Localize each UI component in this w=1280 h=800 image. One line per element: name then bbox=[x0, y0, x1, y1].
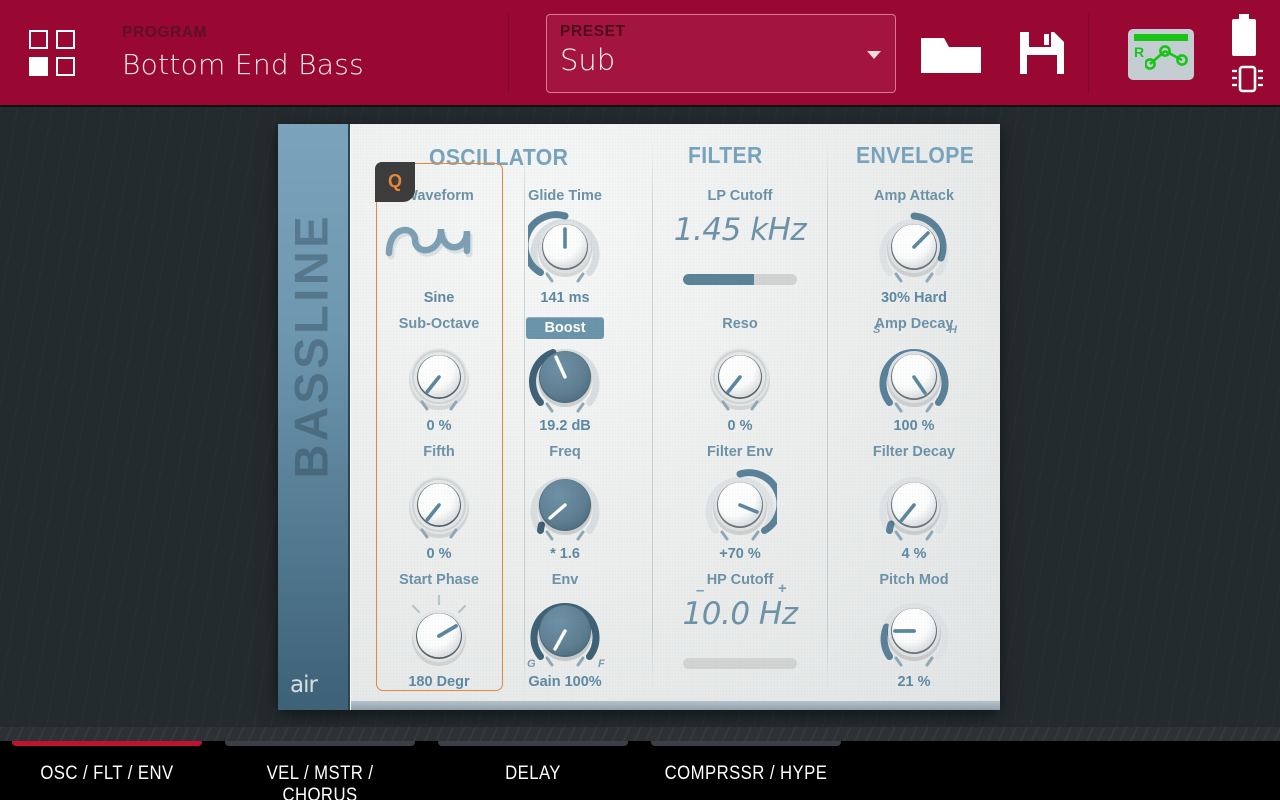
value-lp-cutoff[interactable]: 1.45 kHz bbox=[652, 212, 828, 248]
tab-indicator bbox=[438, 741, 628, 746]
program-name: Bottom End Bass bbox=[122, 48, 364, 81]
tab-label: OSC / FLT / ENV bbox=[23, 763, 190, 785]
value-glide-time: 141 ms bbox=[500, 290, 630, 306]
label-start-phase: Start Phase bbox=[374, 572, 504, 588]
knob-filter-env[interactable] bbox=[703, 468, 777, 554]
value-boost: 19.2 dB bbox=[500, 418, 630, 434]
section-title-envelope: ENVELOPE bbox=[856, 142, 974, 169]
panel-bottom-edge bbox=[351, 701, 1000, 710]
air-logo: air bbox=[290, 672, 317, 698]
tab-indicator bbox=[225, 741, 415, 746]
tab-delay[interactable]: DELAY bbox=[438, 741, 628, 800]
knob-fifth[interactable] bbox=[402, 468, 476, 542]
tab-label: COMPRSSR / HYPE bbox=[662, 763, 829, 785]
value-pitch-mod: 21 % bbox=[849, 674, 979, 690]
mod-green-bar bbox=[1134, 34, 1188, 41]
section-title-oscillator: OSCILLATOR bbox=[429, 144, 568, 171]
tab-indicator bbox=[651, 741, 841, 746]
footer-tab-bar: OSC / FLT / ENV VEL / MSTR / CHORUS DELA… bbox=[0, 727, 1280, 800]
preset-value: Sub bbox=[560, 43, 615, 77]
chevron-down-icon[interactable] bbox=[867, 51, 881, 59]
value-amp-decay: 100 % bbox=[849, 418, 979, 434]
plugin-window: PROGRAM Bottom End Bass PRESET Sub bbox=[0, 0, 1280, 800]
slider-hp-cutoff[interactable] bbox=[683, 658, 797, 669]
knob-start-phase[interactable] bbox=[402, 594, 476, 668]
value-env-gain: Gain 100% bbox=[500, 674, 630, 690]
knob-env-gain[interactable] bbox=[528, 594, 602, 680]
label-sub-octave: Sub-Octave bbox=[374, 316, 504, 332]
tab-vel-mstr-chorus[interactable]: VEL / MSTR / CHORUS bbox=[225, 741, 415, 800]
label-env: Env bbox=[500, 572, 630, 588]
tab-comprssr-hype[interactable]: COMPRSSR / HYPE bbox=[651, 741, 841, 800]
folder-open-icon[interactable] bbox=[920, 30, 982, 76]
plugin-title: BASSLINE bbox=[284, 124, 339, 489]
value-reso: 0 % bbox=[675, 418, 805, 434]
slider-fill bbox=[683, 274, 754, 285]
tab-label: VEL / MSTR / CHORUS bbox=[236, 763, 403, 800]
header-divider bbox=[508, 14, 509, 94]
program-label: PROGRAM bbox=[122, 24, 364, 42]
modulation-routing-icon[interactable]: R bbox=[1128, 29, 1194, 80]
knob-freq[interactable] bbox=[528, 468, 602, 554]
tab-osc-flt-env[interactable]: OSC / FLT / ENV bbox=[12, 741, 202, 800]
knob-glide-time[interactable] bbox=[528, 210, 602, 296]
knob-amp-attack[interactable] bbox=[877, 210, 951, 296]
value-fifth: 0 % bbox=[374, 546, 504, 562]
plugin-side-rail: BASSLINE air bbox=[278, 124, 350, 710]
slider-lp-cutoff[interactable] bbox=[683, 274, 797, 285]
knob-boost[interactable] bbox=[528, 340, 602, 426]
label-fifth: Fifth bbox=[374, 444, 504, 460]
tab-label: DELAY bbox=[449, 763, 616, 785]
grid-cell bbox=[29, 57, 48, 76]
value-freq: * 1.6 bbox=[500, 546, 630, 562]
value-amp-attack: 30% Hard bbox=[849, 290, 979, 306]
grid-cell bbox=[56, 57, 75, 76]
bassline-plugin-panel: BASSLINE air OSCILLATOR FILTER ENVELOPE … bbox=[278, 124, 1000, 710]
floppy-save-icon[interactable] bbox=[1018, 30, 1066, 76]
knob-pitch-mod[interactable] bbox=[877, 594, 951, 680]
knob-reso[interactable] bbox=[703, 340, 777, 414]
value-hp-cutoff[interactable]: 10.0 Hz bbox=[652, 596, 828, 632]
section-title-filter: FILTER bbox=[688, 142, 763, 169]
label-filter-decay: Filter Decay bbox=[849, 444, 979, 460]
program-block[interactable]: PROGRAM Bottom End Bass bbox=[122, 24, 364, 81]
label-reso: Reso bbox=[675, 316, 805, 332]
q-badge[interactable]: Q bbox=[375, 162, 415, 202]
label-glide-time: Glide Time bbox=[500, 188, 630, 204]
label-filter-env: Filter Env bbox=[675, 444, 805, 460]
mark-env-f: F bbox=[598, 658, 605, 670]
knob-sub-octave[interactable] bbox=[402, 340, 476, 414]
knob-amp-decay[interactable] bbox=[877, 340, 951, 426]
value-filter-env: +70 % bbox=[675, 546, 805, 562]
label-hp-cutoff: HP Cutoff bbox=[675, 572, 805, 588]
grid-cell bbox=[29, 30, 48, 49]
value-waveform: Sine bbox=[374, 290, 504, 306]
label-amp-decay: Amp Decay bbox=[849, 316, 979, 332]
value-filter-decay: 4 % bbox=[849, 546, 979, 562]
preset-label: PRESET bbox=[560, 23, 626, 41]
grid-cell bbox=[56, 30, 75, 49]
waveform-display[interactable] bbox=[383, 209, 495, 271]
battery-body bbox=[1232, 19, 1256, 56]
header-divider bbox=[1088, 14, 1089, 94]
battery-icon[interactable] bbox=[1232, 14, 1256, 56]
mod-icon-letter: R bbox=[1134, 44, 1144, 60]
label-amp-attack: Amp Attack bbox=[849, 188, 979, 204]
tab-indicator bbox=[12, 741, 202, 746]
mark-env-g: G bbox=[527, 658, 536, 670]
value-start-phase: 180 Degr bbox=[374, 674, 504, 690]
preset-dropdown[interactable]: PRESET Sub bbox=[546, 14, 896, 93]
grid-menu-icon[interactable] bbox=[29, 30, 75, 76]
label-pitch-mod: Pitch Mod bbox=[849, 572, 979, 588]
header-bar: PROGRAM Bottom End Bass PRESET Sub bbox=[0, 0, 1280, 107]
chip-icon[interactable] bbox=[1228, 62, 1266, 96]
label-lp-cutoff: LP Cutoff bbox=[675, 188, 805, 204]
boost-button[interactable]: Boost bbox=[526, 317, 604, 339]
label-freq: Freq bbox=[500, 444, 630, 460]
value-sub-octave: 0 % bbox=[374, 418, 504, 434]
footer-texture-strip bbox=[0, 727, 1280, 741]
knob-filter-decay[interactable] bbox=[877, 468, 951, 554]
plugin-face: OSCILLATOR FILTER ENVELOPE Q Waveform Si… bbox=[350, 124, 1000, 710]
